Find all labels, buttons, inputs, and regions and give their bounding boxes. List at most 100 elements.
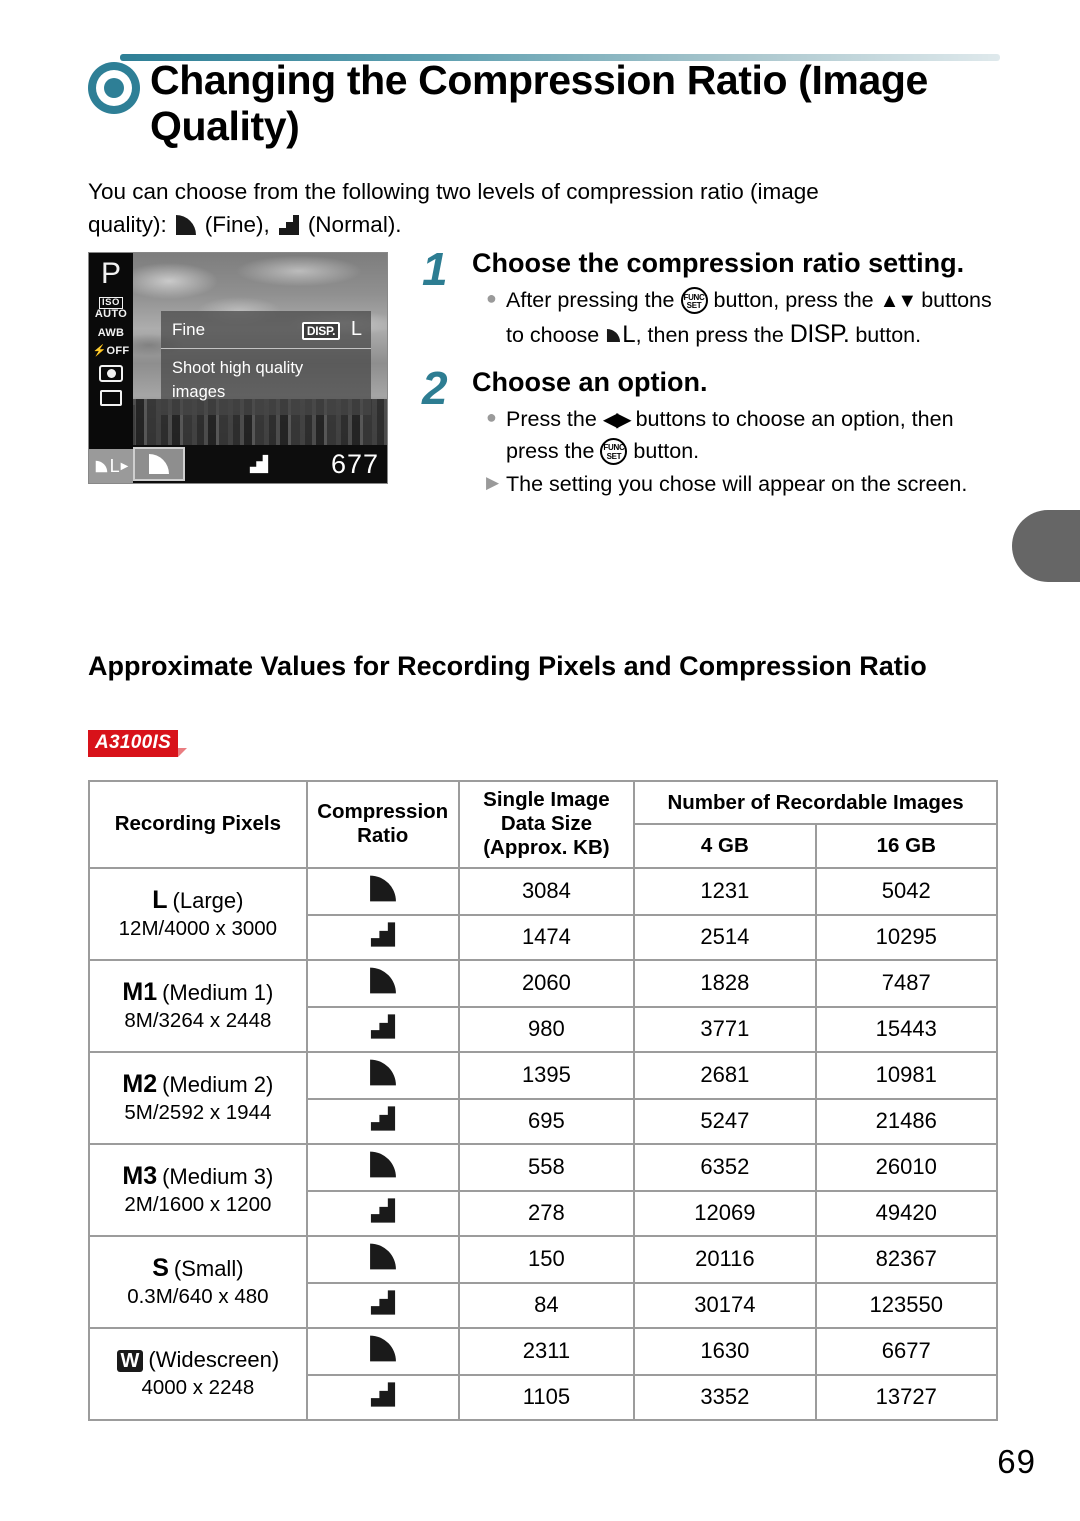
instruction-steps: 1 Choose the compression ratio setting. … — [422, 246, 1012, 514]
step-2-title: Choose an option. — [472, 367, 708, 398]
step-1-text-5: button. — [855, 323, 922, 348]
cell-16gb: 5042 — [814, 866, 999, 916]
cell-ratio-normal — [305, 1281, 460, 1329]
normal-icon — [278, 214, 299, 235]
cell-data-size: 2311 — [457, 1326, 636, 1376]
size-glyph: W — [116, 1349, 144, 1372]
camera-option-bar: 677 — [133, 445, 387, 483]
cell-recording-pixels: M2 (Medium 2) 5M/2592 x 1944 — [88, 1050, 308, 1145]
camera-iso-icon: ISO AUTO — [94, 297, 128, 320]
result-triangle-icon: ▶ — [486, 472, 500, 492]
fine-icon — [369, 1335, 396, 1361]
normal-icon — [249, 454, 269, 474]
size-dimensions: 12M/4000 x 3000 — [118, 917, 278, 941]
cell-recording-pixels: M1 (Medium 1) 8M/3264 x 2448 — [88, 958, 308, 1053]
cell-4gb: 1630 — [633, 1326, 817, 1376]
cell-data-size: 84 — [457, 1281, 636, 1329]
step-2-bullet-1: ● Press the ◀▶ buttons to choose an opti… — [472, 404, 1012, 466]
size-label: (Medium 1) — [162, 979, 274, 1005]
cell-4gb: 1231 — [633, 866, 817, 916]
cell-4gb: 3352 — [633, 1373, 817, 1421]
fine-icon — [369, 875, 396, 901]
size-dimensions: 0.3M/640 x 480 — [127, 1285, 269, 1309]
cell-data-size: 278 — [457, 1189, 636, 1237]
cell-4gb: 5247 — [633, 1097, 817, 1145]
normal-icon — [370, 921, 395, 947]
cell-4gb: 12069 — [633, 1189, 817, 1237]
size-dimensions: 5M/2592 x 1944 — [124, 1101, 272, 1125]
table-row: M3 (Medium 3) 2M/1600 x 1200 558 6352 26010 — [88, 1142, 999, 1237]
size-dimensions: 4000 x 2248 — [141, 1375, 255, 1399]
cell-ratio-fine — [305, 1050, 460, 1100]
cell-ratio-normal — [305, 1097, 460, 1145]
intro-line-2-prefix: quality): — [88, 211, 167, 237]
size-dimensions: 8M/3264 x 2448 — [124, 1009, 272, 1033]
cell-recording-pixels: L (Large) 12M/4000 x 3000 — [88, 866, 308, 961]
cell-recording-pixels: M3 (Medium 3) 2M/1600 x 1200 — [88, 1142, 308, 1237]
normal-icon — [370, 1289, 395, 1315]
page-title: Changing the Compression Ratio (Image Qu… — [150, 57, 928, 149]
camera-quality-size: L — [109, 455, 120, 476]
disp-button-icon: DISP. — [789, 320, 850, 349]
cell-16gb: 123550 — [814, 1281, 999, 1329]
cell-4gb: 2681 — [633, 1050, 817, 1100]
size-glyph: M2 — [122, 1069, 158, 1098]
camera-quality-indicator: L ▶ — [89, 449, 133, 483]
model-badge: A3100IS — [88, 730, 188, 757]
cell-ratio-normal — [305, 913, 460, 961]
cell-ratio-fine — [305, 1142, 460, 1192]
left-right-arrow-icon: ◀▶ — [602, 409, 632, 432]
step-2-bullet-2: ▶ The setting you chose will appear on t… — [472, 469, 1012, 500]
cell-data-size: 2060 — [457, 958, 636, 1008]
camera-menu-size-glyph: L — [350, 318, 362, 340]
page-number: 69 — [997, 1443, 1036, 1480]
cell-4gb: 30174 — [633, 1281, 817, 1329]
table-row: L (Large) 12M/4000 x 3000 3084 1231 5042 — [88, 866, 999, 961]
cell-16gb: 21486 — [814, 1097, 999, 1145]
section-heading: Approximate Values for Recording Pixels … — [88, 651, 927, 681]
size-label: (Medium 2) — [162, 1071, 274, 1097]
step-2-result-text: The setting you chose will appear on the… — [506, 471, 968, 496]
header-single-image-data-size: Single Image Data Size (Approx. KB) — [457, 780, 636, 869]
table-row: M2 (Medium 2) 5M/2592 x 1944 1395 2681 10981 — [88, 1050, 999, 1145]
bullet-dot-icon: ● — [486, 288, 497, 309]
fine-icon — [95, 460, 107, 472]
cell-16gb: 10981 — [814, 1050, 999, 1100]
table-row: M1 (Medium 1) 8M/3264 x 2448 2060 1828 7487 — [88, 958, 999, 1053]
func-set-button-icon: FUNC SET — [600, 437, 628, 465]
cell-16gb: 26010 — [814, 1142, 999, 1192]
cell-data-size: 1105 — [457, 1373, 636, 1421]
cell-4gb: 2514 — [633, 913, 817, 961]
cell-ratio-fine — [305, 1326, 460, 1376]
normal-icon — [370, 1197, 395, 1223]
up-down-arrow-icon: ▲▼ — [879, 290, 918, 313]
cell-16gb: 15443 — [814, 1005, 999, 1053]
camera-metering-icon — [99, 364, 123, 382]
cell-data-size: 1474 — [457, 913, 636, 961]
cell-data-size: 150 — [457, 1234, 636, 1284]
page-header: Changing the Compression Ratio (Image Qu… — [88, 57, 1018, 150]
camera-option-normal — [233, 447, 285, 481]
cell-ratio-fine — [305, 1234, 460, 1284]
intro-line-1: You can choose from the following two le… — [88, 179, 819, 204]
step-2-text-1: Press the — [506, 407, 597, 432]
func-set-button-icon: FUNC SET — [680, 287, 708, 315]
table-row: W (Widescreen) 4000 x 2248 2311 1630 6677 — [88, 1326, 999, 1421]
cell-ratio-normal — [305, 1189, 460, 1237]
step-1-text-4: , then press the — [635, 323, 784, 348]
camera-drive-mode-icon — [100, 389, 122, 406]
cell-16gb: 49420 — [814, 1189, 999, 1237]
cell-16gb: 10295 — [814, 913, 999, 961]
cell-4gb: 6352 — [633, 1142, 817, 1192]
cell-data-size: 3084 — [457, 866, 636, 916]
camera-menu-description: Shoot high quality images — [172, 359, 304, 401]
size-label: (Large) — [172, 887, 244, 913]
header-compression-ratio: Compression Ratio — [305, 780, 460, 869]
fine-icon — [369, 1059, 396, 1085]
normal-icon — [370, 1013, 395, 1039]
cell-4gb: 3771 — [633, 1005, 817, 1053]
step-1-text-1: After pressing the — [506, 288, 675, 313]
cell-data-size: 980 — [457, 1005, 636, 1053]
camera-disp-badge: DISP. — [301, 322, 341, 340]
fine-icon — [175, 214, 196, 235]
